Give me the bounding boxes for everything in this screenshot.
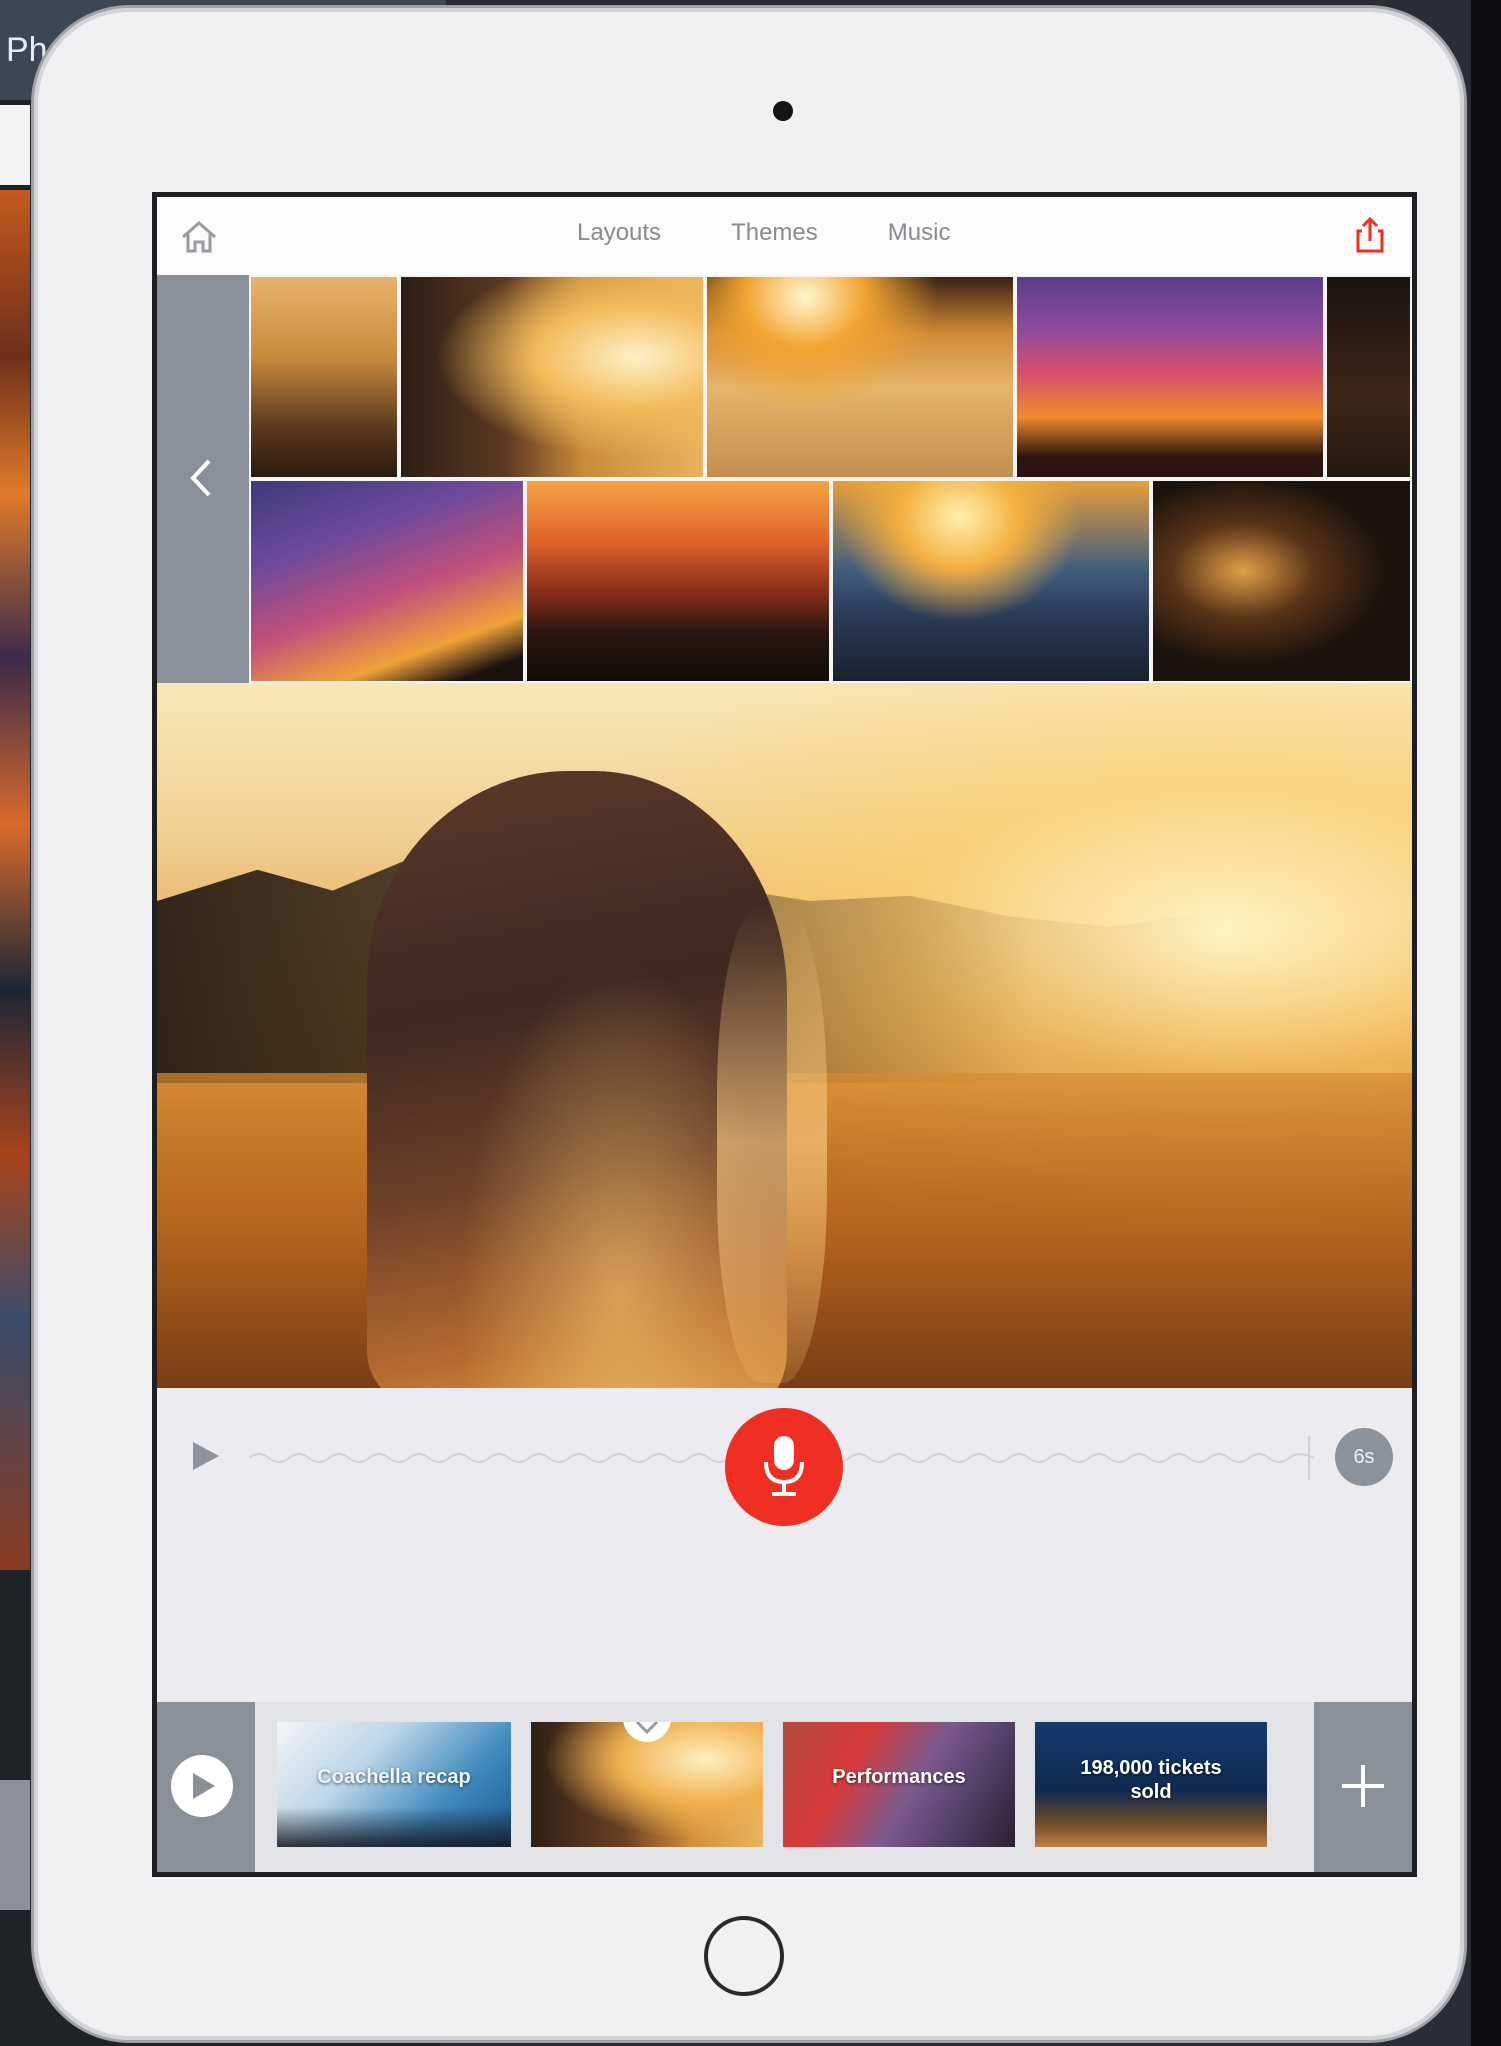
slide-silhouettes — [277, 1807, 511, 1847]
background-app-photo-strip — [0, 190, 30, 1570]
photo-thumbnail[interactable] — [399, 275, 705, 479]
microphone-icon — [764, 1436, 804, 1496]
photo-grid — [249, 275, 1412, 683]
photo-grid-back-button[interactable] — [157, 275, 249, 683]
record-button[interactable] — [725, 1408, 843, 1526]
app-screen: Layouts Themes Music 6s Coachella recap … — [152, 192, 1417, 1877]
slide-options-tab[interactable] — [623, 1722, 671, 1742]
tab-layouts[interactable]: Layouts — [577, 219, 661, 247]
photo-thumbnail[interactable] — [1325, 275, 1412, 479]
preview-hair-glow — [717, 903, 827, 1383]
background-edge — [1471, 0, 1501, 2046]
front-camera — [773, 101, 793, 121]
home-icon — [182, 221, 216, 253]
timeline-slide[interactable]: 198,000 tickets sold — [1035, 1722, 1267, 1847]
photo-thumbnail[interactable] — [831, 479, 1151, 683]
tablet-frame: Layouts Themes Music 6s Coachella recap … — [34, 8, 1464, 2040]
photo-thumbnail[interactable] — [1015, 275, 1325, 479]
share-icon — [1356, 216, 1384, 253]
slide-preview[interactable] — [157, 683, 1412, 1388]
audio-recorder: 6s — [157, 1388, 1412, 1688]
slide-timeline: Coachella recap Performances 198,000 tic… — [157, 1702, 1412, 1872]
background-app-footer — [0, 1780, 30, 1910]
chevron-down-icon — [635, 1722, 659, 1735]
add-slide-button[interactable] — [1314, 1702, 1412, 1872]
play-icon[interactable] — [185, 1436, 225, 1476]
home-button[interactable] — [177, 215, 221, 259]
tab-themes[interactable]: Themes — [731, 219, 818, 247]
photo-thumbnail[interactable] — [1151, 479, 1412, 683]
timeline-slide[interactable]: Performances — [783, 1722, 1015, 1847]
device-home-button[interactable] — [704, 1916, 784, 1996]
timeline-slide-selected[interactable] — [531, 1722, 763, 1847]
timeline-slide[interactable]: Coachella recap — [277, 1722, 511, 1847]
play-video-button[interactable] — [157, 1702, 255, 1872]
duration-badge: 6s — [1335, 1428, 1393, 1486]
play-icon — [193, 1773, 215, 1799]
nav-tabs: Layouts Themes Music — [577, 219, 950, 247]
slide-caption: Coachella recap — [317, 1766, 471, 1788]
slide-caption: Performances — [832, 1766, 966, 1788]
plus-icon-vertical — [1361, 1765, 1365, 1807]
play-circle — [171, 1755, 233, 1817]
chevron-left-icon — [190, 459, 211, 497]
background-app-panel — [0, 105, 30, 185]
photo-thumbnail[interactable] — [525, 479, 831, 683]
tab-music[interactable]: Music — [888, 219, 951, 247]
photo-thumbnail[interactable] — [249, 479, 525, 683]
top-navbar: Layouts Themes Music — [157, 197, 1412, 276]
slide-caption: 198,000 tickets sold — [1080, 1757, 1222, 1803]
share-button[interactable] — [1348, 213, 1392, 257]
photo-thumbnail[interactable] — [249, 275, 399, 479]
photo-thumbnail[interactable] — [705, 275, 1015, 479]
